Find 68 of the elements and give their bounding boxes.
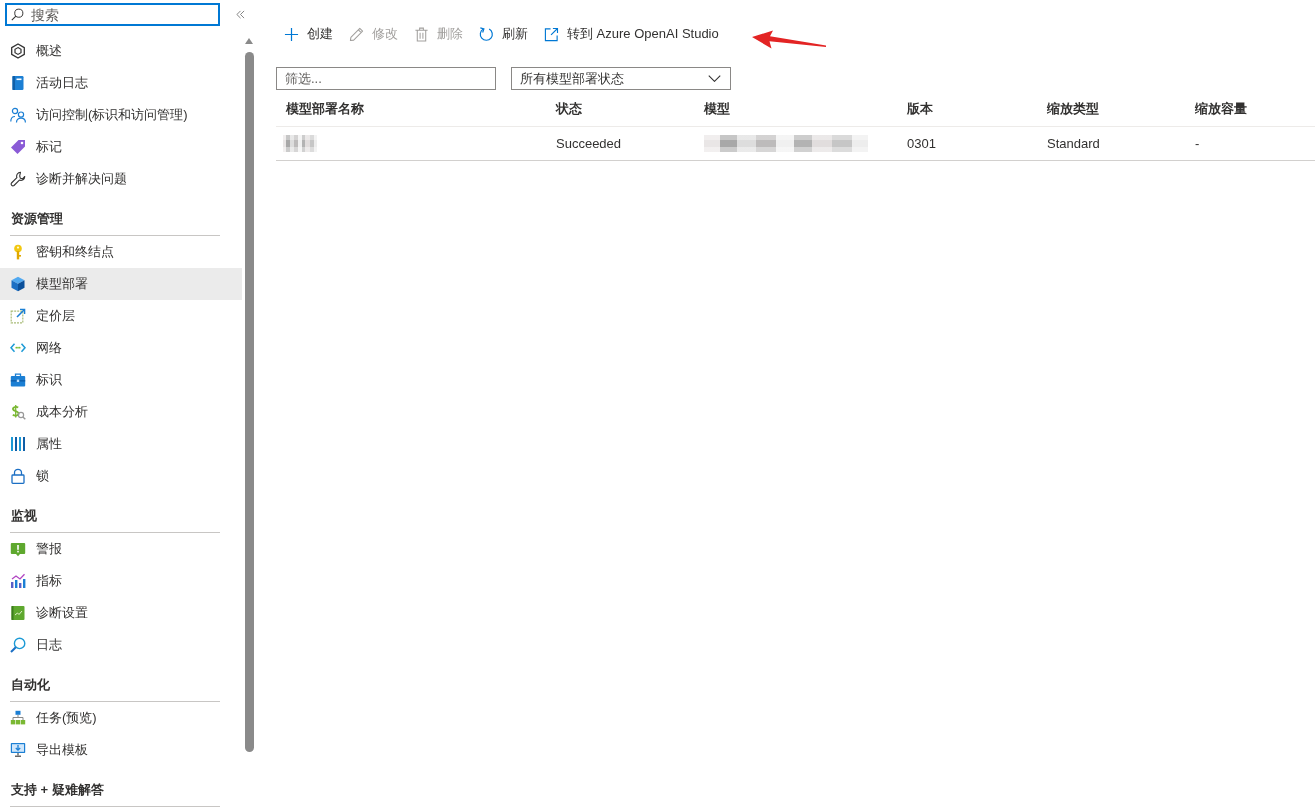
search-icon bbox=[11, 8, 24, 21]
code-brackets-icon bbox=[10, 343, 26, 353]
sidebar-item[interactable]: 密钥和终结点 bbox=[0, 236, 242, 268]
scrollbar-thumb[interactable] bbox=[244, 52, 254, 752]
filter-field[interactable]: 筛选... bbox=[276, 67, 496, 90]
plus-icon bbox=[284, 26, 299, 42]
section-heading: 支持 + 疑难解答 bbox=[11, 781, 104, 799]
bars-icon bbox=[10, 436, 26, 452]
tag-icon bbox=[10, 139, 26, 155]
scroll-up-icon[interactable] bbox=[245, 38, 253, 44]
sidebar-item[interactable]: 概述 bbox=[0, 35, 242, 67]
sidebar-item[interactable]: 访问控制(标识和访问管理) bbox=[0, 99, 242, 131]
chart-tile-icon bbox=[10, 605, 26, 621]
sidebar-item[interactable]: 日志 bbox=[0, 629, 242, 661]
column-header: 缩放类型 bbox=[1046, 100, 1100, 118]
column-header: 状态 bbox=[554, 100, 583, 118]
table-cell-text: Standard bbox=[1046, 135, 1101, 153]
chart-icon bbox=[10, 573, 26, 589]
sidebar-item[interactable]: 诊断并解决问题 bbox=[0, 163, 242, 195]
status-dropdown[interactable]: 所有模型部署状态 bbox=[511, 67, 731, 90]
sidebar-item[interactable]: 定价层 bbox=[0, 300, 242, 332]
table-cell-text: 0301 bbox=[906, 135, 937, 153]
create-button[interactable]: 创建 bbox=[276, 22, 341, 46]
column-header: 缩放容量 bbox=[1194, 100, 1248, 118]
alert-icon bbox=[10, 541, 26, 557]
table-cell-text: - bbox=[1194, 135, 1201, 153]
open-studio-button[interactable]: 转到 Azure OpenAI Studio bbox=[536, 22, 727, 46]
people-icon bbox=[10, 107, 26, 123]
column-header: 版本 bbox=[906, 100, 934, 118]
sidebar-item[interactable]: 网络 bbox=[0, 332, 242, 364]
section-heading: 自动化 bbox=[11, 676, 50, 694]
double-chevron-icon[interactable] bbox=[236, 10, 245, 19]
column-header: 模型 bbox=[702, 100, 731, 118]
monitor-download-icon bbox=[10, 742, 26, 758]
edit-square-icon bbox=[10, 308, 26, 324]
sidebar-item[interactable]: 任务(预览) bbox=[0, 702, 242, 734]
sidebar-item[interactable]: 成本分析 bbox=[0, 396, 242, 428]
pixelated-block bbox=[283, 135, 317, 152]
briefcase-icon bbox=[10, 372, 26, 388]
magnifier-icon bbox=[10, 637, 26, 653]
refresh-button[interactable]: 刷新 bbox=[471, 22, 536, 46]
sidebar-item[interactable]: 诊断设置 bbox=[0, 597, 242, 629]
external-link-icon bbox=[544, 26, 559, 42]
book-icon bbox=[10, 75, 26, 91]
search-field[interactable]: 搜索 bbox=[5, 3, 220, 26]
pencil-icon bbox=[349, 26, 364, 42]
section-heading: 监视 bbox=[11, 507, 37, 525]
table-cell-text: Succeeded bbox=[555, 135, 623, 153]
sidebar-item[interactable]: 模型部署 bbox=[0, 268, 242, 300]
sidebar-item[interactable]: 属性 bbox=[0, 428, 242, 460]
cube-icon bbox=[10, 276, 26, 292]
sidebar-item[interactable]: 导出模板 bbox=[0, 734, 242, 766]
sidebar-item[interactable]: 标记 bbox=[0, 131, 242, 163]
lock-icon bbox=[10, 468, 26, 484]
column-header: 模型部署名称 bbox=[284, 100, 365, 118]
trash-icon bbox=[414, 26, 429, 42]
wrench-icon bbox=[10, 171, 26, 187]
sidebar-item[interactable]: 指标 bbox=[0, 565, 242, 597]
hexagon-icon bbox=[10, 43, 26, 59]
sidebar-item[interactable]: 活动日志 bbox=[0, 67, 242, 99]
sidebar-item[interactable]: 标识 bbox=[0, 364, 242, 396]
chevron-down-icon bbox=[708, 75, 721, 82]
dollar-search-icon bbox=[10, 404, 26, 420]
refresh-icon bbox=[479, 26, 494, 42]
section-heading: 资源管理 bbox=[11, 210, 63, 228]
hierarchy-icon bbox=[10, 710, 26, 726]
sidebar-item[interactable]: 锁 bbox=[0, 460, 242, 492]
sidebar-item[interactable]: 警报 bbox=[0, 533, 242, 565]
